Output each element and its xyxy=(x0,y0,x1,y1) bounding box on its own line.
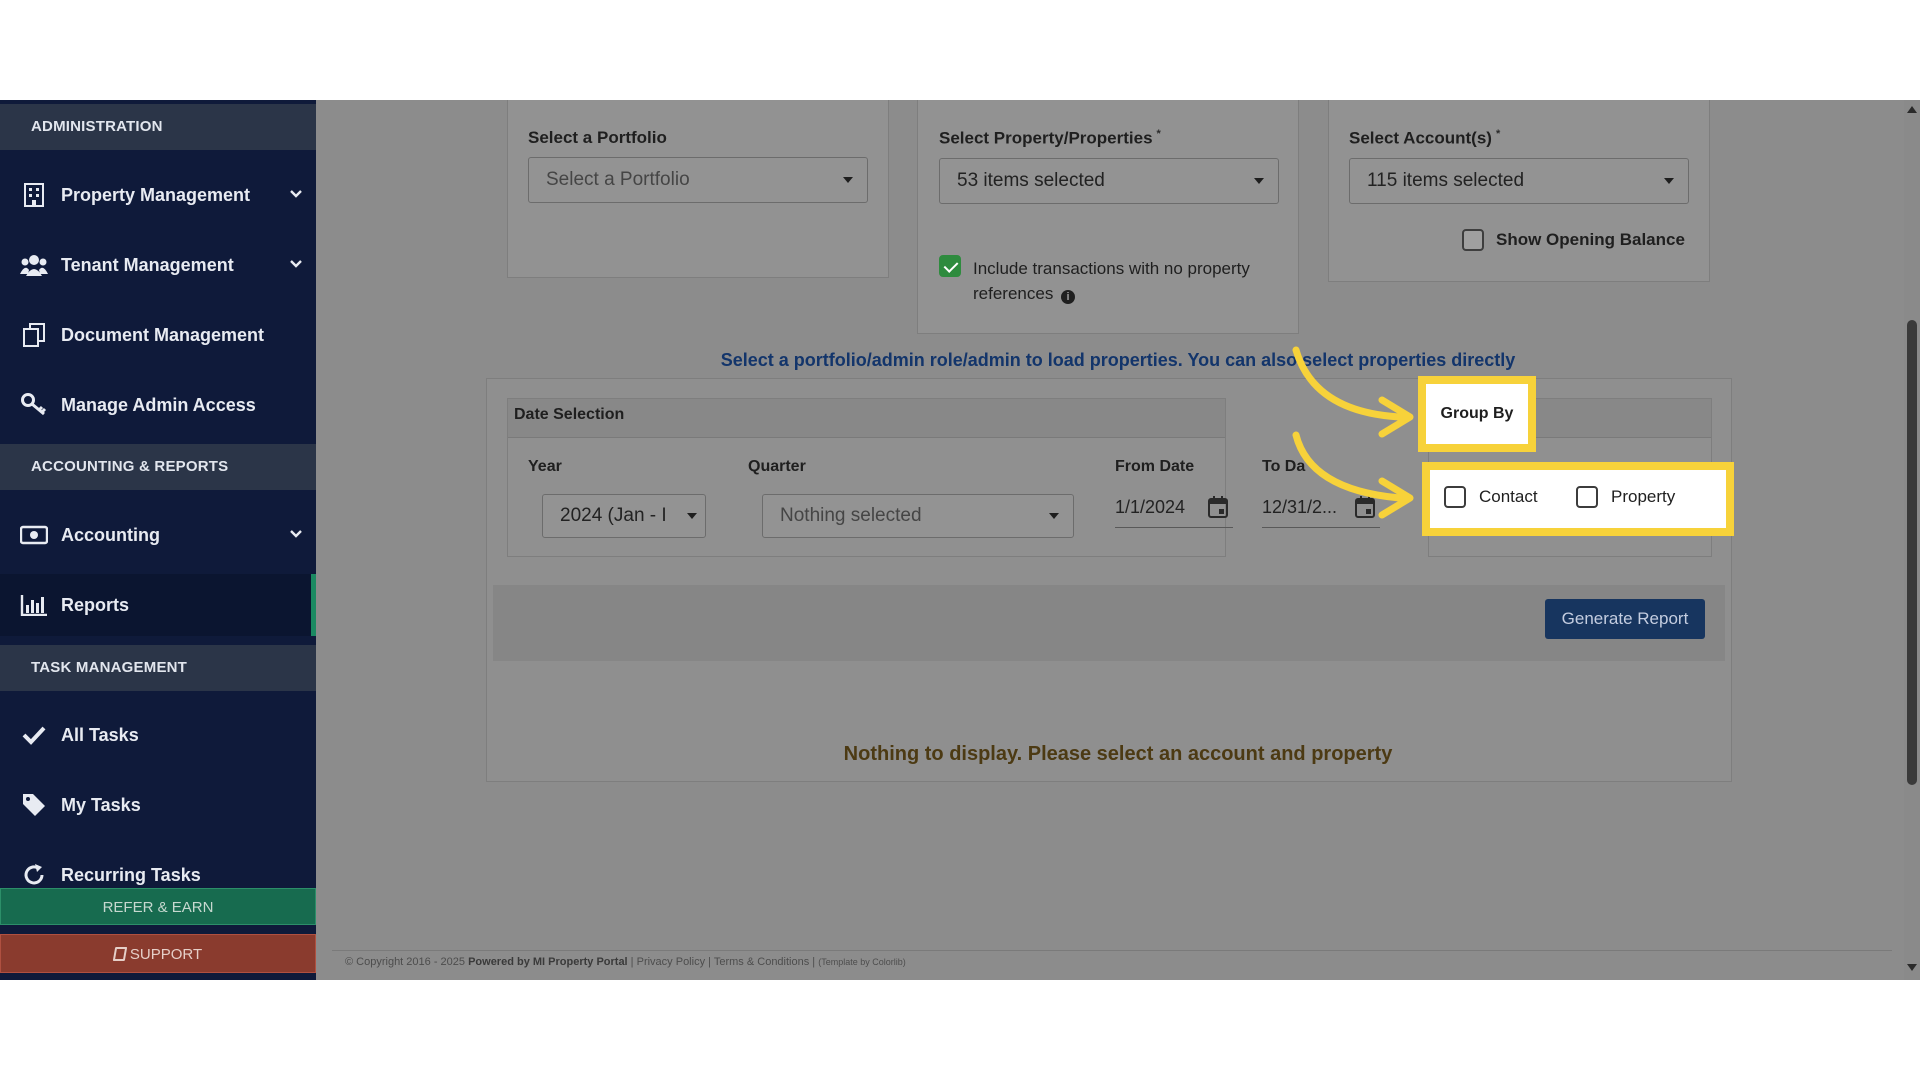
book-icon xyxy=(112,947,128,961)
sidebar-item-all-tasks[interactable]: All Tasks xyxy=(0,704,316,766)
sidebar: ADMINISTRATION Property Management Tenan… xyxy=(0,100,316,980)
sidebar-item-label: Property Management xyxy=(61,184,251,205)
year-select-value: 2024 (Jan - I xyxy=(560,505,667,526)
money-icon xyxy=(20,521,48,549)
section-header-task-management: TASK MANAGEMENT xyxy=(0,645,316,691)
scrollbar-thumb[interactable] xyxy=(1907,320,1917,785)
footer-terms-link[interactable]: Terms & Conditions xyxy=(714,956,809,968)
quarter-label: Quarter xyxy=(748,458,806,475)
info-message: Select a portfolio/admin role/admin to l… xyxy=(720,350,1516,370)
documents-icon xyxy=(20,321,48,349)
show-opening-balance-label: Show Opening Balance xyxy=(1496,230,1685,249)
include-no-property-label: Include transactions with no property re… xyxy=(973,259,1250,304)
users-icon xyxy=(20,251,48,279)
properties-select-value: 53 items selected xyxy=(957,170,1105,191)
refer-and-earn-button[interactable]: REFER & EARN xyxy=(0,888,316,925)
sidebar-item-tenant-management[interactable]: Tenant Management xyxy=(0,234,316,296)
caret-down-icon xyxy=(843,177,853,183)
highlight-arrows xyxy=(1292,346,1414,519)
portfolio-select-value: Select a Portfolio xyxy=(546,169,690,190)
caret-down-icon xyxy=(1049,513,1059,519)
group-by-title: Group By xyxy=(1440,405,1514,422)
caret-down-icon xyxy=(1664,178,1674,184)
sidebar-item-label: Accounting xyxy=(61,524,160,545)
sidebar-item-label: Tenant Management xyxy=(61,254,234,275)
sidebar-item-property-management[interactable]: Property Management xyxy=(0,164,316,226)
info-icon[interactable]: i xyxy=(1061,290,1076,304)
accounts-label: Select Account(s) * xyxy=(1349,128,1501,148)
sidebar-item-label: Manage Admin Access xyxy=(61,394,256,415)
from-date-input[interactable]: 1/1/2024 xyxy=(1115,488,1233,528)
sidebar-item-label: Document Management xyxy=(61,324,265,345)
chevron-down-icon xyxy=(276,258,316,272)
properties-select[interactable]: 53 items selected xyxy=(939,158,1279,204)
include-no-property-checkbox[interactable] xyxy=(939,255,961,277)
accounts-select-value: 115 items selected xyxy=(1367,170,1525,191)
group-by-options-highlight: Contact Property xyxy=(1422,462,1734,536)
sidebar-item-my-tasks[interactable]: My Tasks xyxy=(0,774,316,836)
check-icon xyxy=(20,721,48,749)
date-selection-title: Date Selection xyxy=(514,406,625,423)
tag-icon xyxy=(20,791,48,819)
support-label: SUPPORT xyxy=(129,946,203,963)
footer: © Copyright 2016 - 2025 Powered by MI Pr… xyxy=(332,950,1892,968)
quarter-select[interactable]: Nothing selected xyxy=(762,494,1074,538)
scroll-down-arrow-icon[interactable] xyxy=(1907,964,1917,971)
group-by-property-checkbox[interactable] xyxy=(1576,486,1598,508)
empty-state-message: Nothing to display. Please select an acc… xyxy=(843,743,1393,765)
caret-down-icon xyxy=(687,513,697,519)
actions-bar xyxy=(493,585,1725,661)
caret-down-icon xyxy=(1254,178,1264,184)
scrollbar[interactable] xyxy=(1904,100,1920,980)
support-button[interactable]: SUPPORT xyxy=(0,934,316,973)
from-date-value: 1/1/2024 xyxy=(1115,497,1186,517)
sidebar-item-manage-admin-access[interactable]: Manage Admin Access xyxy=(0,374,316,436)
footer-template-credit[interactable]: (Template by Colorlib) xyxy=(818,957,906,967)
sidebar-item-label: All Tasks xyxy=(61,724,139,745)
building-icon xyxy=(20,181,48,209)
scroll-up-arrow-icon[interactable] xyxy=(1907,106,1917,113)
app-window: ADMINISTRATION Property Management Tenan… xyxy=(0,100,1920,980)
from-date-label: From Date xyxy=(1115,458,1195,475)
sidebar-item-label: Reports xyxy=(61,594,130,615)
show-opening-balance-checkbox[interactable] xyxy=(1462,229,1484,251)
sidebar-item-accounting[interactable]: Accounting xyxy=(0,504,316,566)
portfolio-label: Select a Portfolio xyxy=(528,128,667,147)
refresh-icon xyxy=(20,861,48,889)
footer-copyright: © Copyright 2016 - 2025 xyxy=(345,956,466,968)
arrow-to-group-by xyxy=(1292,346,1404,421)
portfolio-select[interactable]: Select a Portfolio xyxy=(528,157,868,203)
properties-label: Select Property/Properties * xyxy=(939,128,1161,148)
main-content: Select a Portfolio Select a Portfolio Se… xyxy=(316,100,1920,980)
section-header-administration: ADMINISTRATION xyxy=(0,104,316,150)
sidebar-item-label: Recurring Tasks xyxy=(61,864,201,885)
bar-chart-icon xyxy=(20,591,48,619)
year-label: Year xyxy=(528,458,562,475)
sidebar-item-document-management[interactable]: Document Management xyxy=(0,304,316,366)
section-header-accounting-reports: ACCOUNTING & REPORTS xyxy=(0,444,316,490)
accounts-select[interactable]: 115 items selected xyxy=(1349,158,1689,204)
quarter-select-value: Nothing selected xyxy=(780,505,922,526)
sidebar-item-reports[interactable]: Reports xyxy=(0,574,316,636)
group-by-property-label: Property xyxy=(1611,487,1676,506)
arrow-to-group-by-options xyxy=(1292,431,1404,502)
footer-privacy-link[interactable]: Privacy Policy xyxy=(637,956,705,968)
sidebar-item-label: My Tasks xyxy=(61,794,141,815)
calendar-icon[interactable] xyxy=(1208,496,1228,523)
group-by-contact-label: Contact xyxy=(1479,487,1538,506)
footer-powered-by[interactable]: Powered by MI Property Portal xyxy=(468,956,628,968)
chevron-down-icon xyxy=(276,188,316,202)
year-select[interactable]: 2024 (Jan - I xyxy=(542,494,706,538)
chevron-down-icon xyxy=(276,528,316,542)
generate-report-button[interactable]: Generate Report xyxy=(1545,599,1705,639)
group-by-contact-checkbox[interactable] xyxy=(1444,486,1466,508)
key-icon xyxy=(20,391,48,419)
